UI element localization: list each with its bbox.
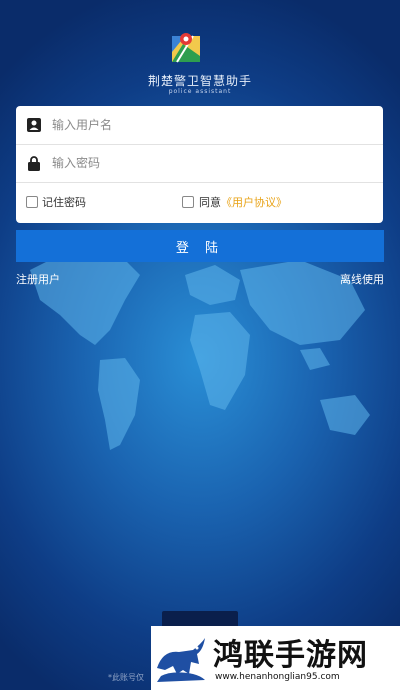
register-link[interactable]: 注册用户 xyxy=(16,271,60,287)
bull-logo-icon xyxy=(157,638,205,682)
remember-password-label[interactable]: 记住密码 xyxy=(42,194,86,210)
options-row: 记住密码 同意《用户协议》 xyxy=(16,182,383,223)
username-input[interactable] xyxy=(50,117,354,133)
app-title: 荆楚警卫智慧助手 xyxy=(147,74,252,88)
login-button[interactable]: 登 陆 xyxy=(16,230,384,262)
bottom-bar xyxy=(162,611,238,627)
user-icon xyxy=(25,116,43,134)
offline-use-link[interactable]: 离线使用 xyxy=(340,271,384,287)
watermark-url: www.henanhonglian95.com xyxy=(215,672,340,682)
password-input[interactable] xyxy=(50,155,354,171)
map-pin-icon xyxy=(172,33,200,63)
agree-label: 同意《用户协议》 xyxy=(199,194,287,210)
app-subtitle: police assistant xyxy=(168,88,232,95)
password-row xyxy=(16,144,383,183)
footer-note: *此账号仅 xyxy=(108,673,144,682)
agree-prefix[interactable]: 同意 xyxy=(199,196,221,209)
lock-icon xyxy=(25,154,43,172)
agree-checkbox[interactable] xyxy=(182,196,194,208)
remember-password-checkbox[interactable] xyxy=(26,196,38,208)
login-card: 记住密码 同意《用户协议》 xyxy=(16,106,383,223)
watermark-banner: 鸿联手游网 www.henanhonglian95.com xyxy=(151,626,400,690)
username-row xyxy=(16,106,383,145)
watermark-title: 鸿联手游网 xyxy=(213,638,368,673)
user-agreement-link[interactable]: 《用户协议》 xyxy=(221,196,287,209)
